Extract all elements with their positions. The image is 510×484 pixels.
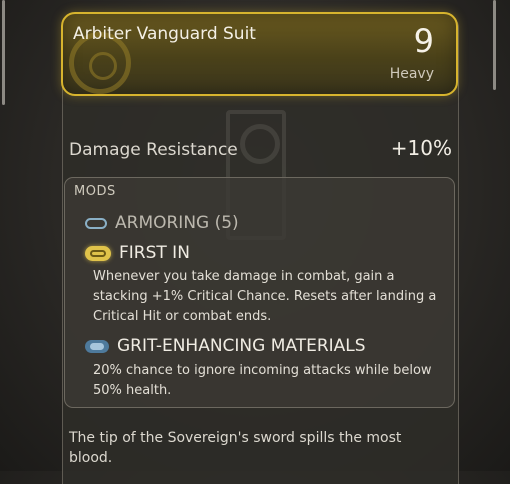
- mod-slot-first-in[interactable]: FIRST IN: [85, 241, 190, 265]
- stat-label: Damage Resistance: [69, 140, 238, 160]
- left-scroll-edge: [2, 0, 5, 105]
- mod-slot-grit-enhancing[interactable]: GRIT-ENHANCING MATERIALS: [85, 334, 366, 358]
- mods-title: MODS: [74, 184, 116, 199]
- stat-value: +10%: [390, 136, 452, 160]
- item-name: Arbiter Vanguard Suit: [73, 24, 256, 44]
- mod-name: GRIT-ENHANCING MATERIALS: [117, 336, 366, 356]
- armoring-slot-icon: [85, 217, 107, 229]
- item-class: Heavy: [389, 66, 434, 82]
- mod-name: FIRST IN: [119, 243, 190, 263]
- rare-mod-icon: [85, 339, 109, 353]
- mod-description: 20% chance to ignore incoming attacks wh…: [93, 363, 432, 398]
- right-scroll-edge: [493, 0, 496, 90]
- mod-slot-armoring[interactable]: ARMORING (5): [85, 211, 239, 235]
- mod-name: ARMORING (5): [115, 213, 239, 233]
- item-level: 9: [413, 22, 434, 60]
- mods-section: MODS ARMORING (5) FIRST IN Whenever you …: [64, 177, 455, 408]
- flavor-text: The tip of the Sovereign's sword spills …: [69, 430, 402, 466]
- legendary-mod-icon: [85, 245, 111, 261]
- item-header[interactable]: Arbiter Vanguard Suit 9 Heavy: [61, 12, 458, 96]
- mod-description: Whenever you take damage in combat, gain…: [93, 269, 437, 324]
